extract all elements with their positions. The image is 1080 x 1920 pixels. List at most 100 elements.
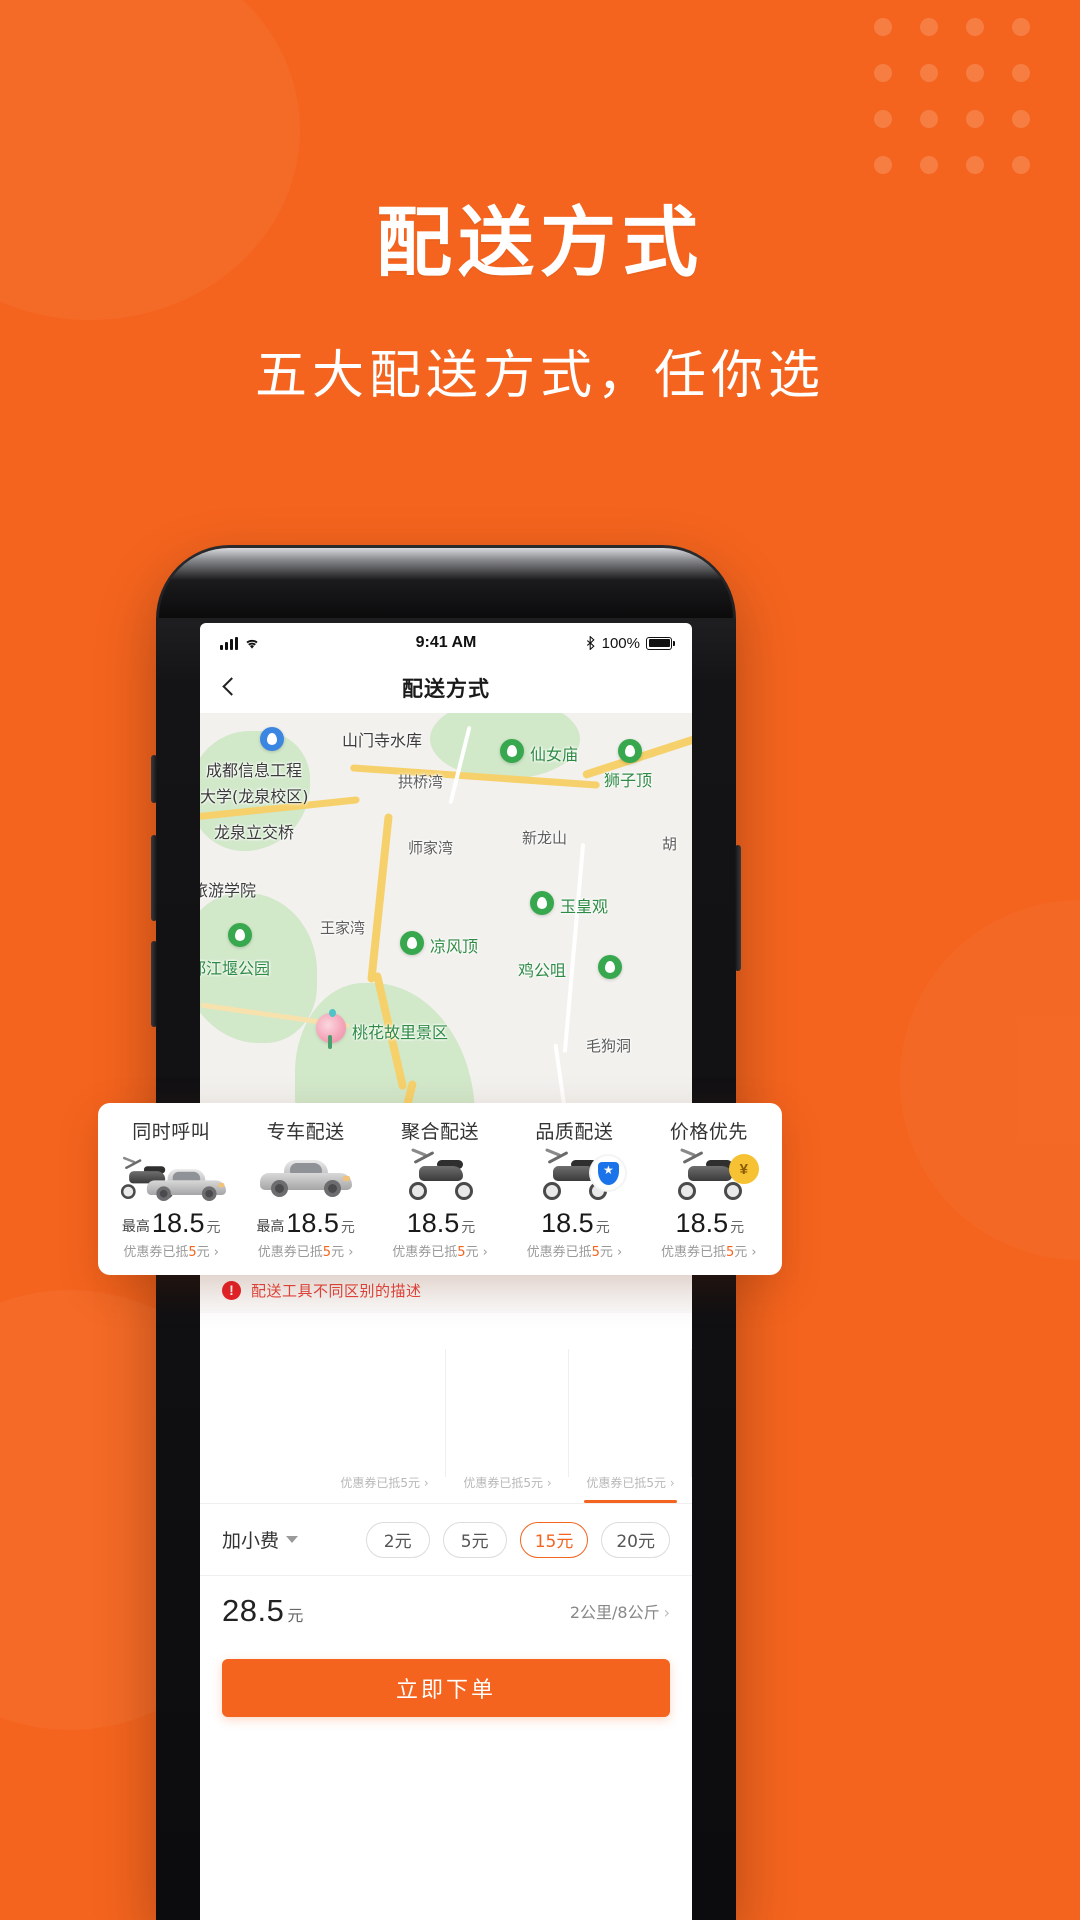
delivery-option-同时呼叫[interactable]: 同时呼叫 最高 18.5 元 优惠券已抵5元 › xyxy=(104,1117,238,1263)
map-pin-icon[interactable] xyxy=(598,955,622,979)
scooter-shield-icon xyxy=(537,1148,626,1204)
coupon-suffix: 元 › xyxy=(196,1245,220,1260)
map-label: 都江堰公园 xyxy=(200,959,271,978)
option-coupon[interactable]: 优惠券已抵5元 › xyxy=(258,1241,354,1260)
map-label: 拱桥湾 xyxy=(398,773,444,791)
map-label: 新龙山 xyxy=(522,829,568,847)
dot-grid-decoration xyxy=(874,18,1044,188)
option-coupon[interactable]: 优惠券已抵5元 › xyxy=(123,1241,219,1260)
car-icon xyxy=(147,1167,227,1201)
option-coupon[interactable]: 优惠券已抵5元 › xyxy=(392,1241,488,1260)
option-price-value: 18.5 xyxy=(675,1208,729,1238)
coupon-suffix: 元 › xyxy=(465,1245,488,1260)
coupon-amount: 5 xyxy=(188,1245,197,1260)
delivery-option-专车配送[interactable]: 专车配送 最高 18.5 元 优惠券已抵5元 › xyxy=(238,1117,372,1263)
scooter-money-icon: ¥ xyxy=(672,1148,759,1204)
option-coupon[interactable]: 优惠券已抵5元 › xyxy=(527,1241,623,1260)
chevron-down-icon[interactable] xyxy=(286,1536,299,1543)
map-label: 大学(龙泉校区) xyxy=(200,787,309,806)
map-label: 师家湾 xyxy=(408,839,454,857)
back-chevron-icon[interactable] xyxy=(218,677,240,699)
map-label: 胡 xyxy=(662,835,678,853)
option-divider xyxy=(691,1349,692,1477)
option-coupon-label: 优惠券已抵5元 › xyxy=(586,1476,675,1490)
map-label: 玉皇观 xyxy=(560,897,609,916)
option-price: 最高 18.5 元 xyxy=(256,1208,355,1239)
chevron-right-icon: › xyxy=(663,1602,670,1622)
map-pin-icon[interactable] xyxy=(530,891,554,915)
coupon-prefix: 优惠券已抵 xyxy=(526,1245,592,1260)
total-amount-value: 28.5 xyxy=(222,1592,285,1628)
tip-row: 加小费 2元 5元 15元 20元 xyxy=(200,1503,692,1575)
coupon-prefix: 优惠券已抵 xyxy=(661,1245,727,1260)
map-pin-icon[interactable] xyxy=(260,727,284,751)
option-name: 聚合配送 xyxy=(401,1121,480,1143)
nav-bar: 配送方式 xyxy=(200,663,692,713)
tip-label: 加小费 xyxy=(222,1530,280,1552)
map-pin-icon[interactable] xyxy=(500,739,524,763)
phone-volume-down-button[interactable] xyxy=(151,941,157,1027)
phone-volume-up-button[interactable] xyxy=(151,835,157,921)
coupon-suffix: 元 › xyxy=(331,1245,354,1260)
option-price-value: 18.5 xyxy=(286,1208,339,1238)
scooter-icon xyxy=(403,1148,477,1204)
map-label: 山门寺水库 xyxy=(342,731,423,750)
option-price-value: 18.5 xyxy=(151,1208,205,1238)
delivery-option-inner[interactable] xyxy=(200,1323,323,1503)
tip-chip-20[interactable]: 20元 xyxy=(601,1521,670,1558)
option-name: 专车配送 xyxy=(266,1121,345,1143)
map-pin-icon[interactable] xyxy=(400,931,424,955)
map-label: 桃花故里景区 xyxy=(352,1023,449,1042)
map-label: 龙泉立交桥 xyxy=(214,823,295,842)
tip-chip-group: 2元 5元 15元 20元 xyxy=(365,1521,670,1558)
map-label: 旅游学院 xyxy=(200,881,257,900)
option-coupon-label: 优惠券已抵5元 › xyxy=(340,1476,429,1490)
delivery-option-inner[interactable]: 优惠券已抵5元 › xyxy=(446,1323,569,1503)
map-pin-icon[interactable] xyxy=(228,923,252,947)
money-bag-icon: ¥ xyxy=(728,1154,759,1184)
scenic-flower-icon[interactable] xyxy=(316,1009,346,1049)
tip-label-group[interactable]: 加小费 xyxy=(222,1526,299,1553)
shield-badge-icon xyxy=(591,1156,626,1190)
total-meta[interactable]: 2公里/8公斤 › xyxy=(570,1599,670,1623)
map-label: 毛狗洞 xyxy=(586,1037,632,1055)
delivery-option-inner-selected[interactable]: 优惠券已抵5元 › xyxy=(569,1323,692,1503)
phone-mute-button[interactable] xyxy=(151,755,157,803)
delivery-option-价格优先[interactable]: 价格优先 ¥ 18.5 元 优惠券已抵5元 › xyxy=(642,1117,776,1263)
page-title: 配送方式 xyxy=(376,198,704,287)
tip-chip-5[interactable]: 5元 xyxy=(442,1521,507,1558)
option-price: 18.5 元 xyxy=(405,1208,476,1239)
option-name: 价格优先 xyxy=(669,1121,748,1143)
delivery-option-品质配送[interactable]: 品质配送 18.5元 优惠券已抵5元 › xyxy=(507,1117,641,1263)
coupon-suffix: 元 › xyxy=(599,1245,623,1260)
delivery-option-聚合配送[interactable]: 聚合配送 18.5 元 优惠券已抵5元 › xyxy=(373,1117,507,1263)
phone-power-button[interactable] xyxy=(735,845,741,971)
coupon-amount: 5 xyxy=(322,1245,332,1260)
tip-chip-15[interactable]: 15元 xyxy=(519,1521,589,1558)
option-coupon[interactable]: 优惠券已抵5元 › xyxy=(661,1241,757,1260)
option-price: 18.5 元 xyxy=(539,1208,610,1239)
option-price-unit: 元 xyxy=(595,1219,610,1235)
option-price: 18.5 元 xyxy=(674,1208,745,1239)
map-road xyxy=(367,813,393,983)
total-amount-unit: 元 xyxy=(287,1607,304,1625)
map-label: 王家湾 xyxy=(320,919,366,937)
map-pin-icon[interactable] xyxy=(618,739,642,763)
place-order-button[interactable]: 立即下单 xyxy=(222,1659,670,1717)
option-price-unit: 元 xyxy=(340,1219,355,1235)
bluetooth-icon xyxy=(586,636,595,650)
battery-percent-label: 100% xyxy=(601,634,640,652)
scooter-and-car-icon xyxy=(116,1150,227,1204)
map-label: 凉风顶 xyxy=(430,937,479,956)
coupon-amount: 5 xyxy=(591,1245,600,1260)
total-row: 28.5 元 2公里/8公斤 › xyxy=(200,1575,692,1645)
tip-chip-2[interactable]: 2元 xyxy=(365,1521,430,1558)
option-price-value: 18.5 xyxy=(541,1208,594,1238)
option-price-prefix: 最高 xyxy=(256,1218,285,1234)
map-label: 狮子顶 xyxy=(604,771,653,790)
option-name: 同时呼叫 xyxy=(132,1121,211,1143)
headline-block: 配送方式 五大配送方式，任你选 xyxy=(0,205,1080,408)
delivery-option-inner[interactable]: 优惠券已抵5元 › xyxy=(323,1323,446,1503)
nav-title: 配送方式 xyxy=(402,677,490,701)
map-label: 成都信息工程 xyxy=(206,761,303,780)
